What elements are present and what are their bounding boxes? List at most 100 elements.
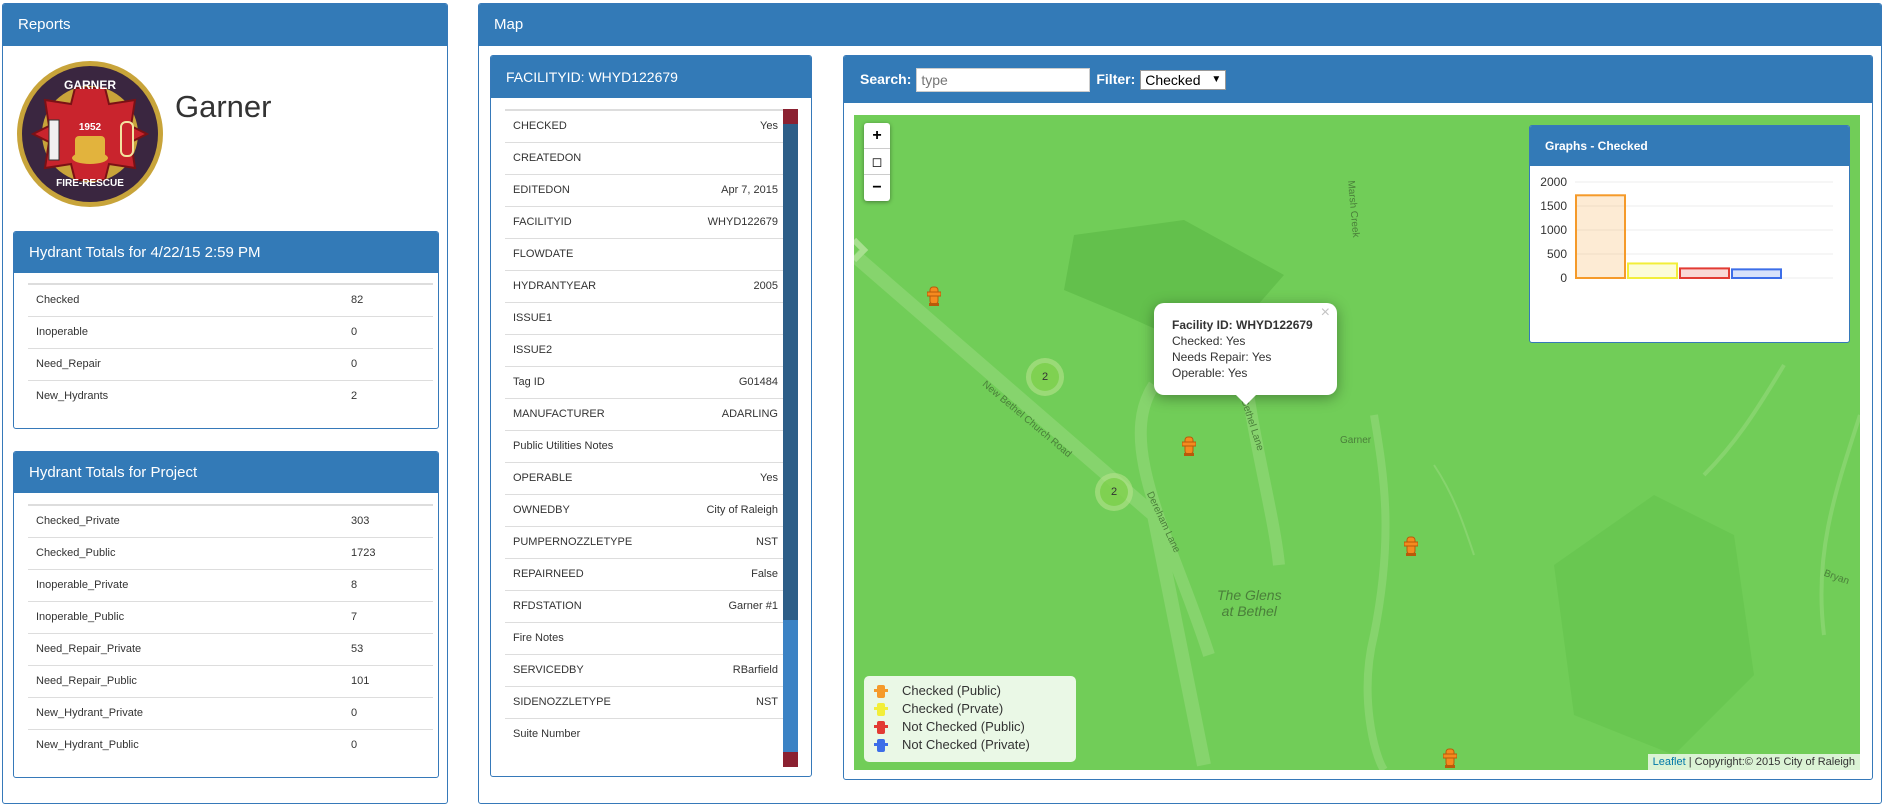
reports-title: Reports bbox=[3, 4, 447, 46]
graph-title: Graphs - Checked bbox=[1530, 126, 1849, 166]
attribute-row-value: G01484 bbox=[675, 365, 786, 398]
project-row-value: 8 bbox=[343, 568, 433, 601]
scroll-thumb[interactable] bbox=[783, 124, 798, 620]
attribute-row: FACILITYID WHYD122679 bbox=[505, 205, 786, 238]
totals-row-value: 0 bbox=[343, 315, 433, 348]
totals-row-value: 82 bbox=[343, 283, 433, 316]
attribute-row: FLOWDATE bbox=[505, 237, 786, 270]
chart-bar[interactable] bbox=[1731, 268, 1782, 280]
attribute-row-value bbox=[675, 141, 786, 174]
attribute-row-label: RFDSTATION bbox=[505, 589, 676, 622]
totals-date-title: Hydrant Totals for 4/22/15 2:59 PM bbox=[14, 232, 438, 273]
chart-bar[interactable] bbox=[1679, 267, 1730, 280]
attribute-row-label: Fire Notes bbox=[505, 621, 676, 654]
project-row-value: 7 bbox=[343, 600, 433, 633]
logo-top-text: GARNER bbox=[63, 78, 116, 92]
y-tick-label: 1000 bbox=[1540, 223, 1567, 237]
totals-row-label: Inoperable bbox=[28, 315, 343, 348]
chart-bar[interactable] bbox=[1575, 194, 1626, 280]
chevron-down-icon: ▼ bbox=[1211, 73, 1222, 85]
attribute-row-value: City of Raleigh bbox=[675, 493, 786, 526]
popup-operable: Operable: Yes bbox=[1172, 366, 1248, 380]
cluster-count: 2 bbox=[1031, 363, 1059, 391]
map-toolbar: Search: Filter: Checked ▼ bbox=[844, 56, 1872, 103]
attribute-row-value: Yes bbox=[675, 109, 786, 142]
attributes-scrollbar[interactable] bbox=[783, 109, 798, 767]
zoom-out-button[interactable]: − bbox=[864, 175, 890, 201]
facility-attributes-scroll[interactable]: CHECKED Yes CREATEDON EDITEDON Apr 7, 2015 FA… bbox=[505, 109, 798, 767]
totals-row-label: New_Hydrants bbox=[28, 379, 343, 412]
scroll-down-arrow[interactable] bbox=[783, 752, 798, 767]
zoom-in-button[interactable]: + bbox=[864, 123, 890, 149]
popup-checked: Checked: Yes bbox=[1172, 334, 1246, 348]
y-tick-label: 2000 bbox=[1540, 175, 1567, 189]
totals-row: Checked 82 bbox=[28, 283, 433, 316]
attribute-row: CREATEDON bbox=[505, 141, 786, 174]
logo-year-text: 1952 bbox=[78, 122, 102, 133]
layers-icon[interactable]: ◻ bbox=[864, 149, 890, 175]
totals-row: Inoperable 0 bbox=[28, 315, 433, 348]
filter-selected-value: Checked bbox=[1145, 71, 1201, 88]
project-row-label: Inoperable_Public bbox=[28, 600, 343, 633]
project-row: Checked_Public 1723 bbox=[28, 536, 433, 569]
chart-bar[interactable] bbox=[1627, 262, 1678, 280]
search-input[interactable] bbox=[916, 67, 1091, 92]
attribute-row: SIDENOZZLETYPE NST bbox=[505, 685, 786, 718]
attribute-row-value bbox=[675, 717, 786, 750]
attribute-row-value bbox=[675, 333, 786, 366]
marker-cluster[interactable]: 2 bbox=[1095, 473, 1133, 511]
attribute-row-value bbox=[675, 429, 786, 462]
garner-logo: GARNER 1952 FIRE-RESCUE bbox=[15, 60, 165, 208]
scroll-up-arrow[interactable] bbox=[783, 109, 798, 124]
facility-popup: × Facility ID: WHYD122679 Checked: Yes N… bbox=[1154, 303, 1337, 405]
attribute-row: PUMPERNOZZLETYPE NST bbox=[505, 525, 786, 558]
attribute-row: OWNEDBY City of Raleigh bbox=[505, 493, 786, 526]
attribute-row-label: ISSUE2 bbox=[505, 333, 676, 366]
attribute-row-value: Garner #1 bbox=[675, 589, 786, 622]
y-tick-label: 0 bbox=[1560, 271, 1567, 285]
project-row-value: 303 bbox=[343, 504, 433, 537]
bar-chart: 0 500 1000 1500 2000 bbox=[1540, 175, 1833, 285]
attribute-row-value: WHYD122679 bbox=[675, 205, 786, 238]
leaflet-map[interactable]: New Bethel Church Road Dereham Lane Beth… bbox=[854, 115, 1860, 770]
project-row-label: Need_Repair_Private bbox=[28, 632, 343, 665]
logo-bottom-text: FIRE-RESCUE bbox=[56, 178, 124, 189]
attribute-row-value: NST bbox=[675, 525, 786, 558]
y-tick-label: 500 bbox=[1547, 247, 1567, 261]
project-row-value: 0 bbox=[343, 728, 433, 761]
attribute-row: ISSUE2 bbox=[505, 333, 786, 366]
leaflet-link[interactable]: Leaflet bbox=[1653, 756, 1686, 768]
project-row-label: Inoperable_Private bbox=[28, 568, 343, 601]
attribute-row-value: False bbox=[675, 557, 786, 590]
project-row-label: Checked_Public bbox=[28, 536, 343, 569]
project-row-value: 101 bbox=[343, 664, 433, 697]
zoom-controls: + ◻ − bbox=[864, 123, 890, 201]
attribute-row-label: HYDRANTYEAR bbox=[505, 269, 676, 302]
attribute-row-label: SIDENOZZLETYPE bbox=[505, 685, 676, 718]
attribute-row: REPAIRNEED False bbox=[505, 557, 786, 590]
facility-panel: FACILITYID: WHYD122679 CHECKED Yes CREATED… bbox=[490, 55, 812, 777]
attribute-row-label: FACILITYID bbox=[505, 205, 676, 238]
marker-cluster[interactable]: 2 bbox=[1026, 358, 1064, 396]
legend-item: Checked (Public) bbox=[872, 682, 1068, 700]
attribute-row-label: PUMPERNOZZLETYPE bbox=[505, 525, 676, 558]
hydrant-legend-icon bbox=[874, 721, 888, 734]
map-title: Map bbox=[479, 4, 1881, 46]
hydrant-marker-icon[interactable] bbox=[1404, 533, 1418, 557]
hydrant-marker-icon[interactable] bbox=[1182, 433, 1196, 457]
legend-label: Checked (Prvate) bbox=[902, 701, 1004, 716]
filter-select[interactable]: Checked ▼ bbox=[1140, 69, 1227, 90]
attribution-text: | Copyright:© 2015 City of Raleigh bbox=[1685, 756, 1855, 768]
popup-close-button[interactable]: × bbox=[1321, 305, 1330, 321]
project-row: Need_Repair_Public 101 bbox=[28, 664, 433, 697]
totals-row-value: 0 bbox=[343, 347, 433, 380]
project-row: Checked_Private 303 bbox=[28, 504, 433, 537]
project-row-label: Need_Repair_Public bbox=[28, 664, 343, 697]
attribute-row: RFDSTATION Garner #1 bbox=[505, 589, 786, 622]
attribute-row-label: CHECKED bbox=[505, 109, 676, 142]
totals-date-table: Checked 82 Inoperable 0 Need_Repair 0 New_Hydr… bbox=[28, 283, 433, 412]
attribute-row: Suite Number bbox=[505, 717, 786, 750]
filter-label: Filter: bbox=[1096, 71, 1136, 87]
hydrant-marker-icon[interactable] bbox=[927, 283, 941, 307]
hydrant-marker-icon[interactable] bbox=[1443, 745, 1457, 769]
